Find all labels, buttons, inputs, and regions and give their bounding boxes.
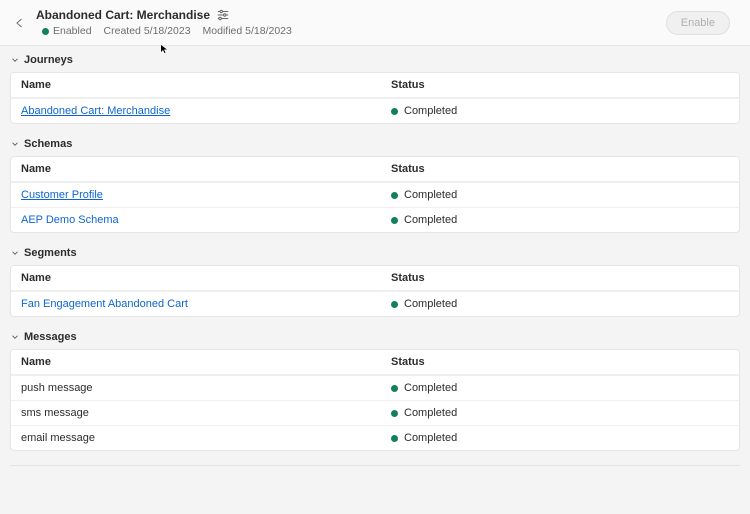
col-name-header: Name: [21, 163, 391, 175]
section-header-segments[interactable]: Segments: [10, 247, 740, 259]
row-name: sms message: [21, 407, 391, 419]
status-badge: Enabled: [42, 25, 92, 37]
page-title: Abandoned Cart: Merchandise: [36, 8, 210, 22]
section-title: Segments: [24, 247, 77, 259]
section-messages: Messages Name Status push message Comple…: [10, 331, 740, 451]
table-journeys: Name Status Abandoned Cart: Merchandise …: [10, 72, 740, 124]
row-status: Completed: [391, 407, 729, 419]
section-schemas: Schemas Name Status Customer Profile Com…: [10, 138, 740, 233]
row-name: push message: [21, 382, 391, 394]
status-dot-icon: [391, 410, 398, 417]
table-row: AEP Demo Schema Completed: [11, 207, 739, 232]
section-journeys: Journeys Name Status Abandoned Cart: Mer…: [10, 54, 740, 124]
col-name-header: Name: [21, 79, 391, 91]
status-dot-icon: [391, 385, 398, 392]
status-text: Completed: [404, 298, 457, 310]
status-dot-icon: [391, 192, 398, 199]
table-row: email message Completed: [11, 425, 739, 450]
col-name-header: Name: [21, 272, 391, 284]
table-row: push message Completed: [11, 375, 739, 400]
status-dot-icon: [391, 301, 398, 308]
section-title: Journeys: [24, 54, 73, 66]
row-status: Completed: [391, 432, 729, 444]
status-text: Completed: [404, 214, 457, 226]
chevron-down-icon: [10, 332, 20, 342]
col-name-header: Name: [21, 356, 391, 368]
row-name: email message: [21, 432, 391, 444]
col-status-header: Status: [391, 272, 729, 284]
status-text: Completed: [404, 407, 457, 419]
created-label: Created 5/18/2023: [104, 25, 191, 37]
status-dot-icon: [391, 217, 398, 224]
table-header: Name Status: [11, 350, 739, 375]
meta-row: Enabled Created 5/18/2023 Modified 5/18/…: [36, 25, 666, 37]
row-status: Completed: [391, 298, 729, 310]
table-header: Name Status: [11, 157, 739, 182]
table-row: sms message Completed: [11, 400, 739, 425]
section-header-journeys[interactable]: Journeys: [10, 54, 740, 66]
title-row: Abandoned Cart: Merchandise: [36, 8, 666, 22]
table-header: Name Status: [11, 73, 739, 98]
section-title: Messages: [24, 331, 77, 343]
section-title: Schemas: [24, 138, 72, 150]
status-text: Completed: [404, 432, 457, 444]
enabled-label: Enabled: [53, 25, 92, 37]
status-dot-icon: [42, 28, 49, 35]
row-status: Completed: [391, 105, 729, 117]
back-button[interactable]: [10, 13, 30, 33]
status-text: Completed: [404, 105, 457, 117]
header-main: Abandoned Cart: Merchandise Enabled Crea…: [36, 8, 666, 37]
section-segments: Segments Name Status Fan Engagement Aban…: [10, 247, 740, 317]
status-text: Completed: [404, 189, 457, 201]
table-messages: Name Status push message Completed sms m…: [10, 349, 740, 451]
row-status: Completed: [391, 214, 729, 226]
sections-container: Journeys Name Status Abandoned Cart: Mer…: [0, 46, 750, 484]
table-row: Abandoned Cart: Merchandise Completed: [11, 98, 739, 123]
row-link[interactable]: Abandoned Cart: Merchandise: [21, 105, 170, 117]
chevron-down-icon: [10, 139, 20, 149]
bottom-divider: [10, 465, 740, 466]
status-dot-icon: [391, 108, 398, 115]
enable-button[interactable]: Enable: [666, 11, 730, 35]
row-link[interactable]: AEP Demo Schema: [21, 214, 119, 226]
settings-icon[interactable]: [216, 8, 230, 22]
chevron-down-icon: [10, 55, 20, 65]
table-header: Name Status: [11, 266, 739, 291]
page-header: Abandoned Cart: Merchandise Enabled Crea…: [0, 0, 750, 46]
row-status: Completed: [391, 189, 729, 201]
table-segments: Name Status Fan Engagement Abandoned Car…: [10, 265, 740, 317]
row-link[interactable]: Fan Engagement Abandoned Cart: [21, 298, 188, 310]
chevron-down-icon: [10, 248, 20, 258]
modified-label: Modified 5/18/2023: [203, 25, 292, 37]
col-status-header: Status: [391, 163, 729, 175]
table-schemas: Name Status Customer Profile Completed A…: [10, 156, 740, 233]
col-status-header: Status: [391, 79, 729, 91]
table-row: Customer Profile Completed: [11, 182, 739, 207]
row-link[interactable]: Customer Profile: [21, 189, 103, 201]
status-dot-icon: [391, 435, 398, 442]
status-text: Completed: [404, 382, 457, 394]
row-status: Completed: [391, 382, 729, 394]
col-status-header: Status: [391, 356, 729, 368]
section-header-messages[interactable]: Messages: [10, 331, 740, 343]
section-header-schemas[interactable]: Schemas: [10, 138, 740, 150]
table-row: Fan Engagement Abandoned Cart Completed: [11, 291, 739, 316]
